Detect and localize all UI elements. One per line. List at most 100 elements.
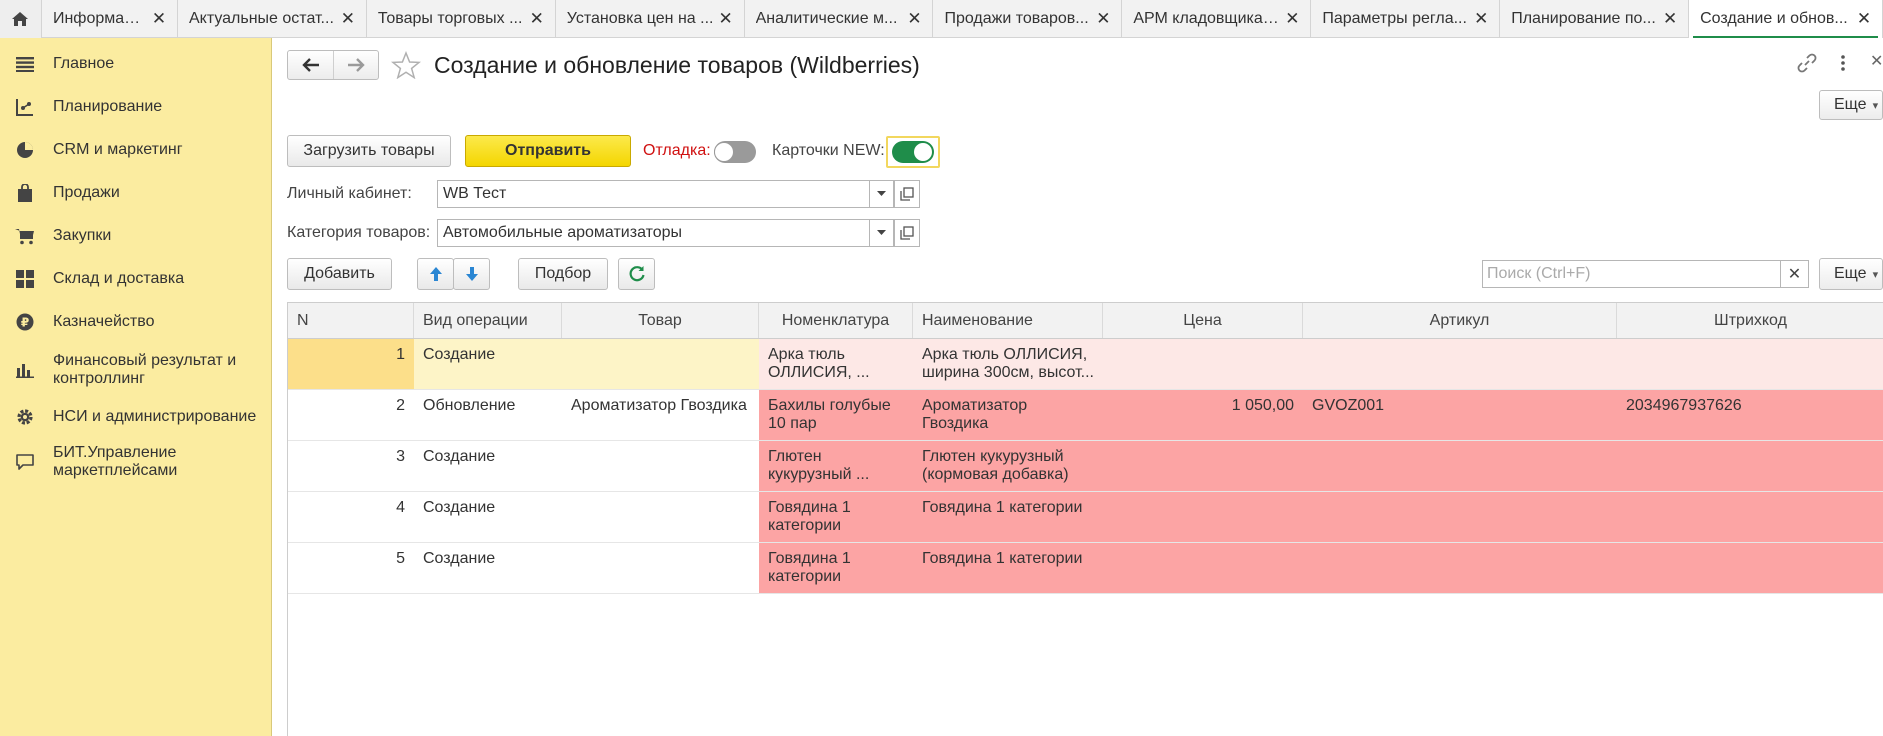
column-header-name[interactable]: Наименование bbox=[913, 303, 1103, 338]
tab-label: Создание и обнов... bbox=[1700, 10, 1848, 27]
cabinet-open-button[interactable] bbox=[894, 180, 920, 208]
shopping-bag-icon bbox=[15, 183, 35, 203]
close-icon[interactable]: ✕ bbox=[340, 9, 356, 29]
close-icon[interactable]: ✕ bbox=[151, 9, 167, 29]
tab-info[interactable]: Информация ✕ bbox=[42, 0, 178, 38]
close-icon[interactable]: ✕ bbox=[1856, 9, 1872, 29]
home-button[interactable] bbox=[0, 0, 42, 38]
cell-nomenclature: Арка тюль ОЛЛИСИЯ, ... bbox=[759, 339, 913, 389]
sidebar-item-purchases[interactable]: Закупки bbox=[0, 222, 272, 250]
close-icon[interactable]: ✕ bbox=[1662, 9, 1678, 29]
tab-label: Параметры регла... bbox=[1322, 10, 1467, 27]
tab-stock[interactable]: Актуальные остат... ✕ bbox=[178, 0, 367, 38]
tab-prices[interactable]: Установка цен на ... ✕ bbox=[556, 0, 745, 38]
column-header-price[interactable]: Цена bbox=[1103, 303, 1303, 338]
table-more-button[interactable]: Еще ▾ bbox=[1819, 258, 1883, 290]
tab-label: Товары торговых ... bbox=[377, 10, 523, 27]
column-header-article[interactable]: Артикул bbox=[1303, 303, 1617, 338]
table-row[interactable]: 1 Создание Арка тюль ОЛЛИСИЯ, ... Арка тю… bbox=[288, 339, 1883, 390]
close-form-icon[interactable]: ✕ bbox=[1870, 51, 1883, 71]
add-row-button[interactable]: Добавить bbox=[287, 258, 392, 290]
planning-icon bbox=[15, 97, 35, 117]
sidebar-item-warehouse[interactable]: Склад и доставка bbox=[0, 265, 272, 293]
close-icon[interactable]: ✕ bbox=[1473, 9, 1489, 29]
tab-planning[interactable]: Планирование по... ✕ bbox=[1500, 0, 1690, 38]
cell-n: 2 bbox=[396, 397, 405, 414]
tab-params[interactable]: Параметры регла... ✕ bbox=[1311, 0, 1501, 38]
load-goods-button[interactable]: Загрузить товары bbox=[287, 135, 451, 167]
sidebar-item-planning[interactable]: Планирование bbox=[0, 93, 272, 121]
column-header-barcode[interactable]: Штрихкод bbox=[1617, 303, 1883, 338]
chevron-down-icon bbox=[877, 191, 886, 196]
tab-label: Аналитические м... bbox=[755, 10, 898, 27]
favorite-star-icon[interactable] bbox=[391, 51, 421, 79]
refresh-button[interactable] bbox=[618, 258, 655, 290]
cell-line: Арка тюль bbox=[768, 346, 845, 363]
sidebar-item-main[interactable]: Главное bbox=[0, 50, 272, 78]
cell-article: GVOZ001 bbox=[1303, 390, 1617, 440]
speech-bubble-icon bbox=[15, 452, 35, 472]
close-icon[interactable]: ✕ bbox=[1284, 9, 1300, 29]
sidebar-item-crm[interactable]: CRM и маркетинг bbox=[0, 136, 272, 164]
sidebar-item-bit-marketplaces[interactable]: БИТ.Управление маркетплейсами bbox=[0, 442, 272, 482]
tab-create-update[interactable]: Создание и обнов... ✕ bbox=[1689, 0, 1883, 39]
forward-button[interactable] bbox=[333, 51, 378, 79]
history-nav bbox=[287, 50, 379, 80]
cell-price bbox=[1103, 492, 1303, 542]
sidebar-item-treasury[interactable]: ₽ Казначейство bbox=[0, 308, 272, 336]
table-row[interactable]: 5 Создание Говядина 1 категории Говядина … bbox=[288, 543, 1883, 594]
close-icon[interactable]: ✕ bbox=[529, 9, 545, 29]
column-header-item[interactable]: Товар bbox=[562, 303, 759, 338]
back-button[interactable] bbox=[288, 51, 333, 79]
send-button[interactable]: Отправить bbox=[465, 135, 631, 167]
pie-chart-icon bbox=[15, 140, 35, 160]
sidebar-item-nsi[interactable]: НСИ и администрирование bbox=[0, 403, 272, 431]
sidebar-item-label: Казначейство bbox=[53, 313, 155, 330]
open-window-icon bbox=[900, 226, 914, 240]
sidebar-item-label: Планирование bbox=[53, 98, 163, 115]
move-up-button[interactable] bbox=[417, 258, 454, 290]
tab-analytics[interactable]: Аналитические м... ✕ bbox=[745, 0, 934, 38]
sidebar-item-finance[interactable]: Финансовый результат и контроллинг bbox=[0, 350, 272, 390]
tab-goods[interactable]: Товары торговых ... ✕ bbox=[367, 0, 556, 38]
category-field[interactable]: Автомобильные ароматизаторы bbox=[437, 219, 870, 247]
pick-button[interactable]: Подбор bbox=[518, 258, 608, 290]
table-row[interactable]: 3 Создание Глютен кукурузный ... Глютен к… bbox=[288, 441, 1883, 492]
close-icon[interactable]: ✕ bbox=[906, 9, 922, 29]
form-more-label: Еще bbox=[1834, 96, 1867, 113]
tab-sales[interactable]: Продажи товаров... ✕ bbox=[933, 0, 1123, 38]
category-open-button[interactable] bbox=[894, 219, 920, 247]
cell-n: 1 bbox=[288, 339, 414, 389]
form-more-button[interactable]: Еще ▾ bbox=[1819, 90, 1883, 120]
cell-line: Говядина 1 bbox=[768, 499, 851, 516]
cabinet-dropdown-button[interactable] bbox=[870, 180, 894, 208]
category-dropdown-button[interactable] bbox=[870, 219, 894, 247]
sidebar-item-label: Закупки bbox=[53, 227, 112, 244]
link-icon[interactable] bbox=[1796, 52, 1818, 74]
column-header-operation[interactable]: Вид операции bbox=[414, 303, 562, 338]
cell-name: Говядина 1 категории bbox=[913, 492, 1103, 542]
table-row[interactable]: 4 Создание Говядина 1 категории Говядина … bbox=[288, 492, 1883, 543]
search-clear-button[interactable]: ✕ bbox=[1781, 260, 1809, 288]
cell-article bbox=[1303, 339, 1617, 389]
search-input[interactable] bbox=[1487, 265, 1780, 283]
column-header-nomenclature[interactable]: Номенклатура bbox=[759, 303, 913, 338]
table-row[interactable]: 2 Обновление Ароматизатор Гвоздика Бахил… bbox=[288, 390, 1883, 441]
warehouse-grid-icon bbox=[15, 269, 35, 289]
debug-toggle[interactable] bbox=[714, 141, 756, 163]
sidebar-item-label-line1: БИТ.Управление bbox=[53, 444, 177, 461]
cell-operation: Создание bbox=[423, 448, 496, 465]
sidebar-item-sales[interactable]: Продажи bbox=[0, 179, 272, 207]
tab-warehouse[interactable]: АРМ кладовщика ... ✕ bbox=[1122, 0, 1312, 38]
close-icon[interactable]: ✕ bbox=[718, 9, 734, 29]
cards-new-toggle[interactable] bbox=[892, 141, 934, 163]
close-icon[interactable]: ✕ bbox=[1095, 9, 1111, 29]
arrow-right-icon bbox=[348, 58, 365, 72]
column-header-n[interactable]: N bbox=[288, 303, 414, 338]
cell-line: Арка тюль ОЛЛИСИЯ, bbox=[922, 346, 1088, 363]
cabinet-field[interactable]: WB Тест bbox=[437, 180, 870, 208]
more-vertical-icon[interactable] bbox=[1838, 52, 1848, 74]
cabinet-label: Личный кабинет: bbox=[287, 185, 412, 202]
cell-price bbox=[1103, 441, 1303, 491]
move-down-button[interactable] bbox=[453, 258, 490, 290]
